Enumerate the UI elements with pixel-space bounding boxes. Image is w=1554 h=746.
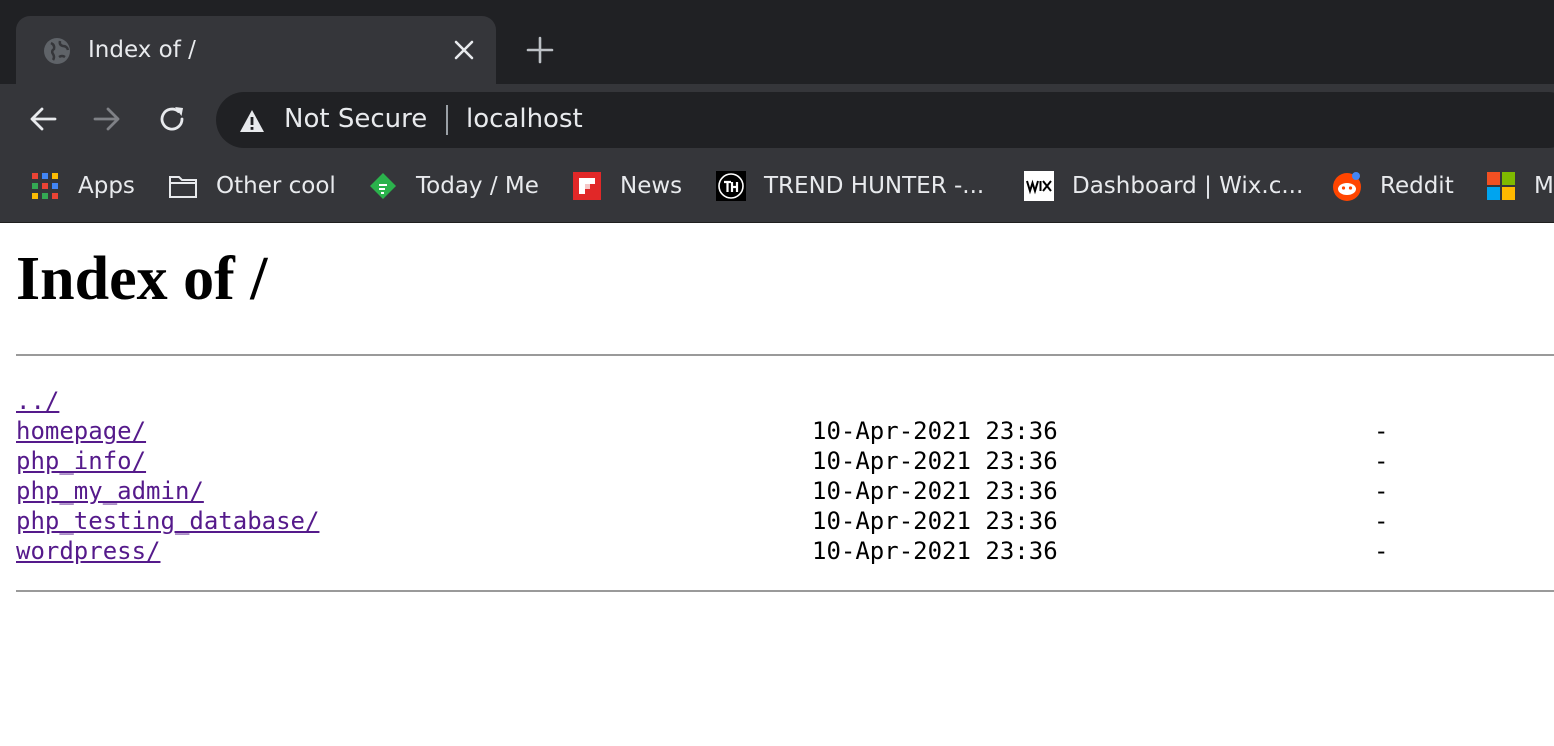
bookmark-news[interactable]: News xyxy=(572,168,682,204)
tab-index[interactable]: Index of / xyxy=(16,16,496,84)
trendhunter-icon xyxy=(716,171,746,201)
close-icon[interactable] xyxy=(452,38,476,62)
bookmark-apps[interactable]: Apps xyxy=(30,168,135,204)
flipboard-icon xyxy=(573,172,601,200)
tab-strip: Index of / xyxy=(0,0,1554,84)
entry-date: 10-Apr-2021 23:36 xyxy=(812,447,1058,475)
bookmark-label: Reddit xyxy=(1380,173,1454,199)
entry-date: 10-Apr-2021 23:36 xyxy=(812,537,1058,565)
bookmark-label: Today / Me xyxy=(416,173,539,199)
entry-link[interactable]: ../ xyxy=(16,387,59,415)
reload-icon[interactable] xyxy=(157,104,187,134)
bookmarks-bar: Apps Other cool Today / Me News TREND HU… xyxy=(0,152,1554,223)
entry-size: - xyxy=(1374,507,1389,535)
address-bar[interactable]: Not Secure localhost xyxy=(216,92,1554,148)
forward-arrow-icon[interactable] xyxy=(92,104,122,134)
feedly-icon xyxy=(370,173,396,199)
list-item: wordpress/ 10-Apr-2021 23:36 - xyxy=(16,536,1388,566)
entry-size: - xyxy=(1374,447,1389,475)
list-item: homepage/ 10-Apr-2021 23:36 - xyxy=(16,416,1388,446)
entry-size: - xyxy=(1374,537,1389,565)
entry-link[interactable]: php_info/ xyxy=(16,447,146,475)
bookmark-label: M xyxy=(1534,173,1554,199)
entry-date: 10-Apr-2021 23:36 xyxy=(812,417,1058,445)
list-item: ../ xyxy=(16,386,319,416)
apps-grid-icon xyxy=(32,173,58,199)
bookmark-reddit[interactable]: Reddit xyxy=(1332,168,1454,204)
list-item: php_info/ 10-Apr-2021 23:36 - xyxy=(16,446,1388,476)
back-arrow-icon[interactable] xyxy=(28,104,58,134)
bookmark-other-cool[interactable]: Other cool xyxy=(168,168,336,204)
list-item: php_my_admin/ 10-Apr-2021 23:36 - xyxy=(16,476,1388,506)
security-status-label[interactable]: Not Secure xyxy=(284,104,427,134)
warning-triangle-icon[interactable] xyxy=(238,108,266,134)
entry-link[interactable]: php_testing_database/ xyxy=(16,507,319,535)
directory-listing: ../ homepage/ 10-Apr-2021 23:36 - php_in… xyxy=(16,386,1388,566)
divider-top xyxy=(16,354,1554,356)
bookmark-label: Other cool xyxy=(216,173,336,199)
bookmark-label: News xyxy=(620,173,683,199)
url-text[interactable]: localhost xyxy=(466,104,583,134)
entry-date: 10-Apr-2021 23:36 xyxy=(812,477,1058,505)
toolbar: Not Secure localhost xyxy=(0,84,1554,152)
bookmark-trend-hunter[interactable]: TREND HUNTER -... xyxy=(716,168,984,204)
reddit-icon xyxy=(1333,172,1361,201)
address-separator xyxy=(446,105,448,135)
wix-icon xyxy=(1024,171,1054,201)
bookmark-label: Apps xyxy=(78,173,135,199)
bookmark-label: TREND HUNTER -... xyxy=(764,173,985,199)
page-title: Index of / xyxy=(16,245,268,313)
divider-bottom xyxy=(16,590,1554,592)
entry-size: - xyxy=(1374,477,1389,505)
bookmark-microsoft[interactable]: M xyxy=(1486,168,1554,204)
entry-date: 10-Apr-2021 23:36 xyxy=(812,507,1058,535)
tab-title: Index of / xyxy=(88,37,196,63)
new-tab-plus-icon[interactable] xyxy=(526,36,554,64)
entry-link[interactable]: homepage/ xyxy=(16,417,146,445)
entry-link[interactable]: wordpress/ xyxy=(16,537,161,565)
entry-size: - xyxy=(1374,417,1389,445)
entry-link[interactable]: php_my_admin/ xyxy=(16,477,204,505)
bookmark-wix-dashboard[interactable]: Dashboard | Wix.c... xyxy=(1024,168,1303,204)
bookmark-label: Dashboard | Wix.c... xyxy=(1072,173,1304,199)
microsoft-icon xyxy=(1487,172,1515,200)
folder-icon xyxy=(169,176,197,198)
bookmark-today-me[interactable]: Today / Me xyxy=(368,168,539,204)
list-item: php_testing_database/ 10-Apr-2021 23:36 … xyxy=(16,506,1388,536)
globe-icon xyxy=(44,38,70,64)
